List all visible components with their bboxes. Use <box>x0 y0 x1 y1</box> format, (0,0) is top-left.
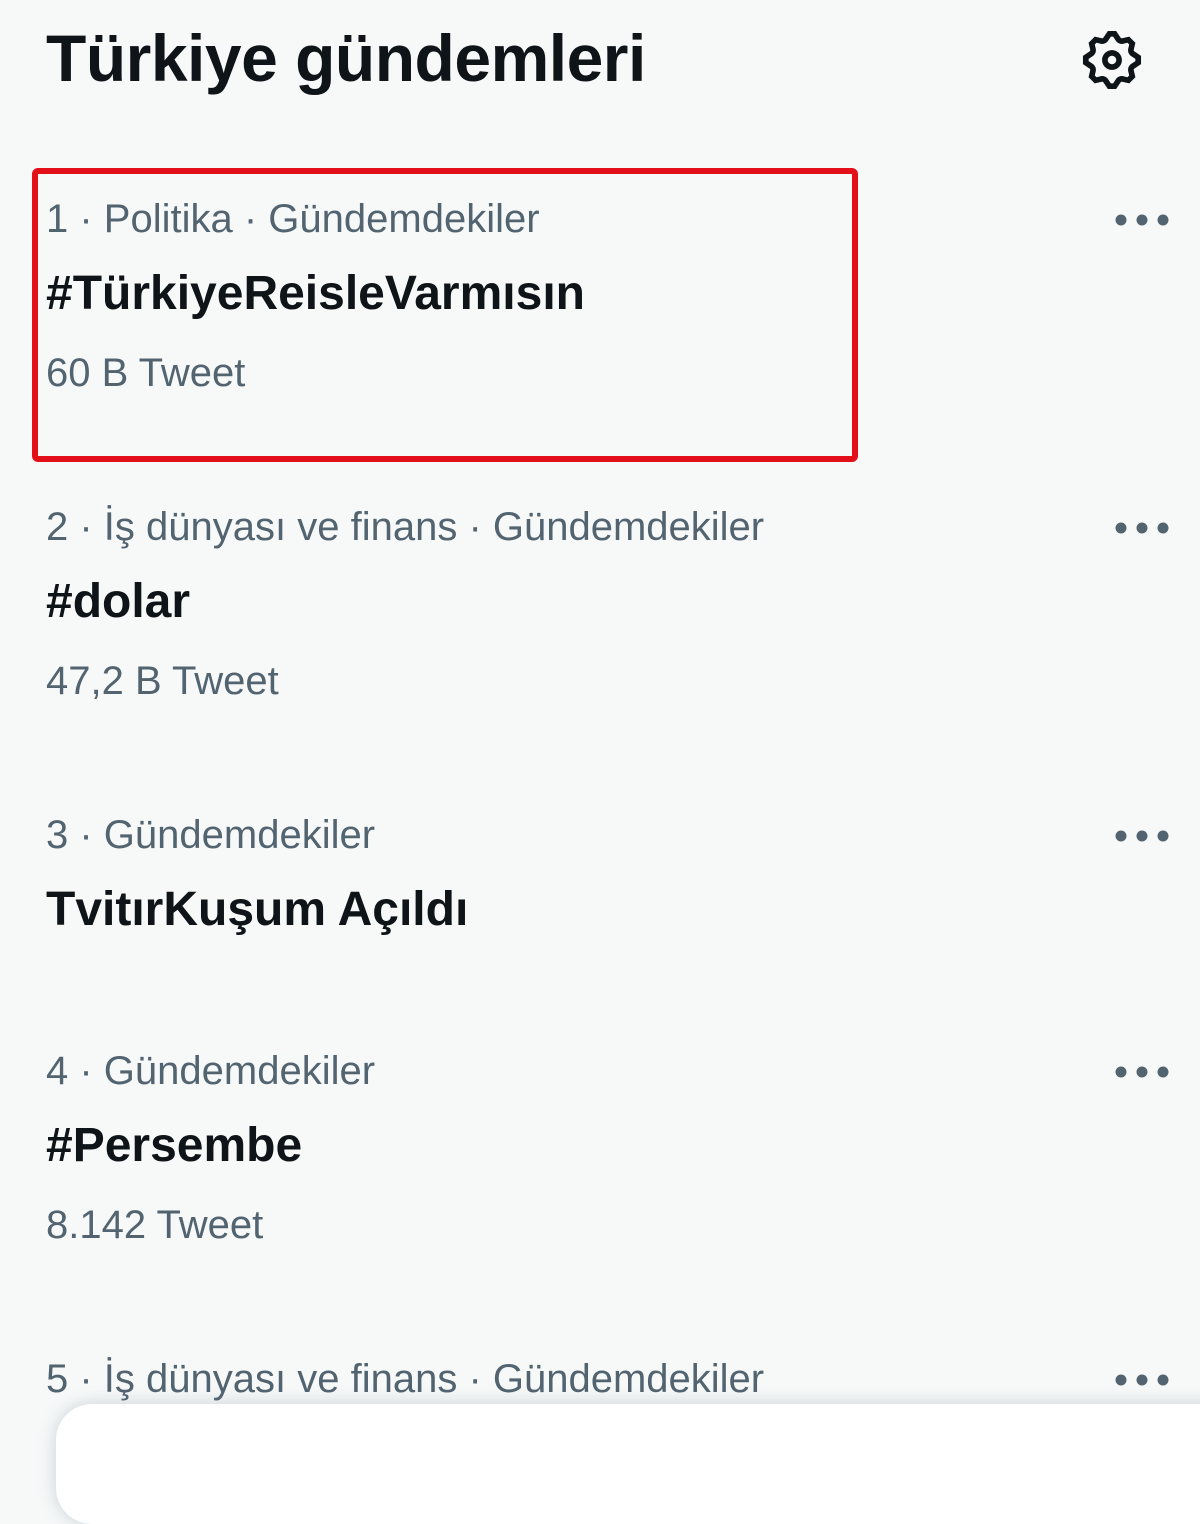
trends-header: Türkiye gündemleri <box>0 0 1200 120</box>
trend-tweet-count: 47,2 B Tweet <box>46 659 279 703</box>
messages-drawer[interactable] <box>56 1404 1200 1524</box>
more-options-button[interactable] <box>1104 808 1180 864</box>
trend-item[interactable]: 4 · Gündemdekiler #Persembe 8.142 Tweet <box>0 1016 1200 1324</box>
trend-context: 4 · Gündemdekiler <box>46 1049 376 1093</box>
page-title: Türkiye gündemleri <box>46 21 646 95</box>
trend-context: 2 · İş dünyası ve finans · Gündemdekiler <box>46 505 765 549</box>
more-horizontal-icon <box>1115 1066 1169 1078</box>
more-options-button[interactable] <box>1104 1044 1180 1100</box>
more-options-button[interactable] <box>1104 1352 1180 1408</box>
trend-context: 5 · İş dünyası ve finans · Gündemdekiler <box>46 1357 765 1401</box>
trend-tweet-count: 8.142 Tweet <box>46 1203 264 1247</box>
trend-context: 1 · Politika · Gündemdekiler <box>46 197 540 241</box>
trend-item[interactable]: 2 · İş dünyası ve finans · Gündemdekiler… <box>0 472 1200 780</box>
more-options-button[interactable] <box>1104 500 1180 556</box>
trend-tweet-count: 60 B Tweet <box>46 351 246 395</box>
trend-name: #dolar <box>46 575 191 628</box>
more-horizontal-icon <box>1115 830 1169 842</box>
more-options-button[interactable] <box>1104 192 1180 248</box>
trend-name: #Persembe <box>46 1119 303 1172</box>
trend-item[interactable]: 1 · Politika · Gündemdekiler #TürkiyeRei… <box>0 164 1200 472</box>
trend-name: TvitırKuşum Açıldı <box>46 883 469 936</box>
more-horizontal-icon <box>1115 214 1169 226</box>
more-horizontal-icon <box>1115 1374 1169 1386</box>
trend-context: 3 · Gündemdekiler <box>46 813 376 857</box>
more-horizontal-icon <box>1115 522 1169 534</box>
gear-icon <box>1082 30 1142 90</box>
trend-name: #TürkiyeReisleVarmısın <box>46 267 585 320</box>
settings-button[interactable] <box>1074 22 1150 98</box>
